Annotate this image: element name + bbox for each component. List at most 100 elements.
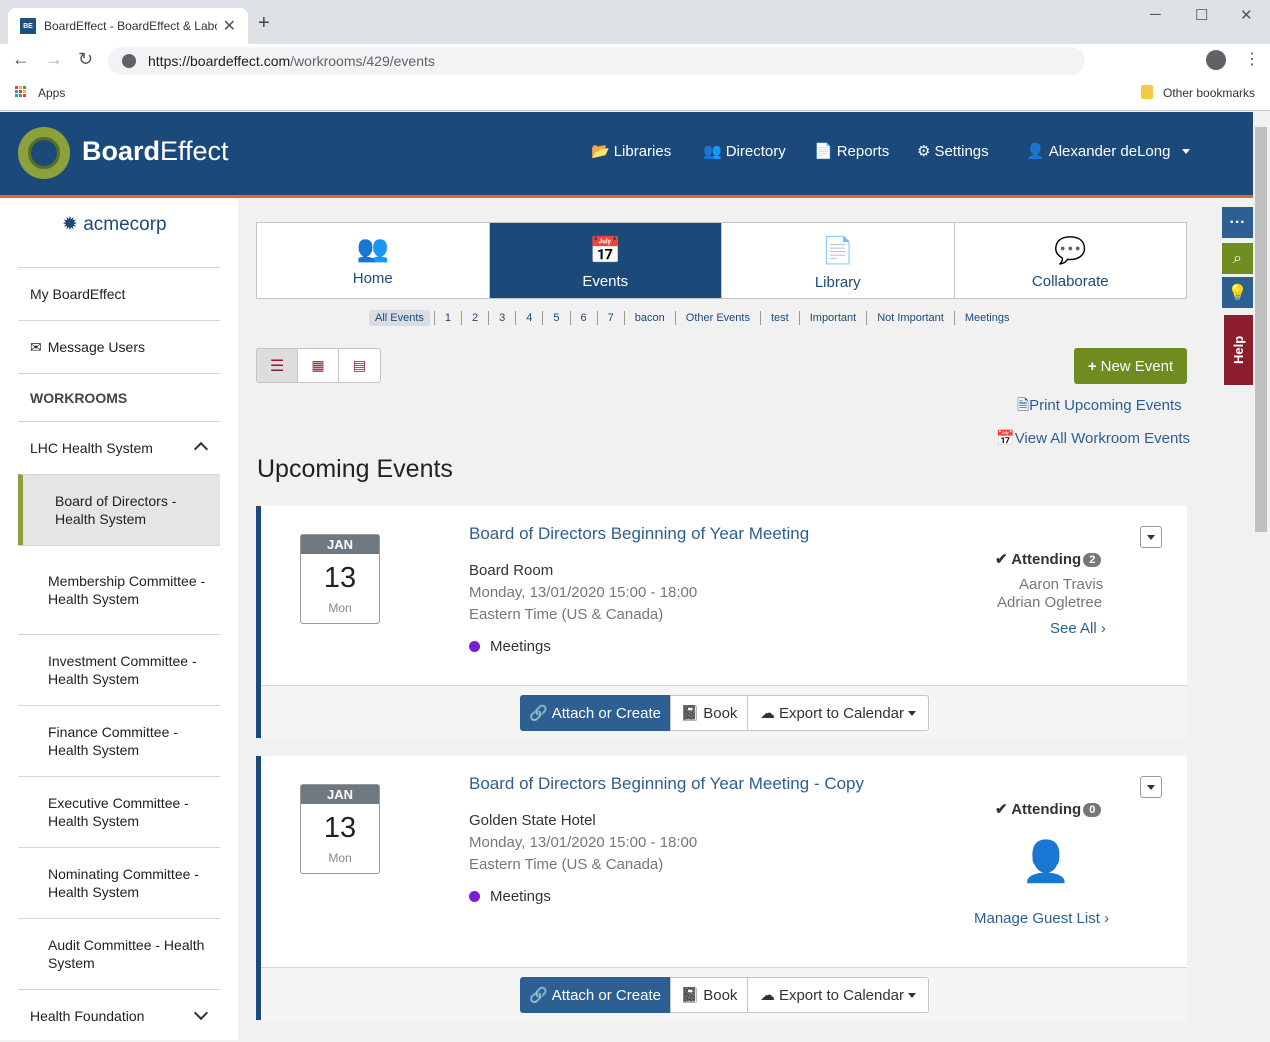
grid-view-button[interactable]: ▦: [298, 349, 339, 382]
lightbulb-icon[interactable]: 💡: [1222, 277, 1253, 308]
category-dot-icon: [469, 891, 480, 902]
calendar-icon: 📅: [996, 430, 1015, 447]
profile-icon[interactable]: [1206, 50, 1226, 70]
scrollbar-thumb[interactable]: [1255, 127, 1267, 532]
maximize-icon[interactable]: ☐: [1195, 6, 1208, 24]
sidebar-item-executive[interactable]: Executive Committee - Health System: [18, 776, 220, 847]
attach-or-create-button[interactable]: 🔗 Attach or Create: [520, 695, 670, 731]
filter-test[interactable]: test: [765, 310, 795, 326]
book-button[interactable]: 📓 Book: [670, 977, 748, 1013]
nav-directory[interactable]: 👥 Directory: [703, 142, 786, 161]
filter-5[interactable]: 5: [547, 310, 565, 326]
attendee-name: Aaron Travis: [1019, 576, 1104, 593]
filter-meetings[interactable]: Meetings: [959, 310, 1016, 326]
event-title-link[interactable]: Board of Directors Beginning of Year Mee…: [469, 524, 809, 544]
folder-icon: [1141, 85, 1153, 99]
filter-other-events[interactable]: Other Events: [680, 310, 756, 326]
filter-7[interactable]: 7: [602, 310, 620, 326]
back-icon[interactable]: ←: [12, 49, 30, 70]
filter-bacon[interactable]: bacon: [629, 310, 671, 326]
view-all-events-link[interactable]: 📅View All Workroom Events: [996, 429, 1190, 447]
help-tab[interactable]: Help: [1224, 315, 1253, 385]
address-bar[interactable]: https://boardeffect.com/workrooms/429/ev…: [108, 47, 1085, 75]
manage-guest-list-link[interactable]: Manage Guest List ›: [974, 910, 1109, 927]
new-event-button[interactable]: + New Event: [1074, 348, 1187, 384]
tab-collaborate[interactable]: 💬 Collaborate: [955, 223, 1187, 298]
apps-bookmark[interactable]: Apps: [38, 86, 65, 100]
logo[interactable]: BoardEffect: [82, 136, 229, 167]
browser-tab[interactable]: BE BoardEffect - BoardEffect & Labo ✕: [8, 8, 248, 44]
search-icon[interactable]: ⌕: [1222, 243, 1253, 274]
attach-or-create-button[interactable]: 🔗 Attach or Create: [520, 977, 670, 1013]
filter-6[interactable]: 6: [575, 310, 593, 326]
chevron-down-icon: [193, 1005, 209, 1021]
nav-settings[interactable]: ⚙ Settings: [917, 142, 989, 161]
sidebar-item-investment[interactable]: Investment Committee - Health System: [18, 634, 220, 705]
calendar-view-button[interactable]: ▤: [339, 349, 380, 382]
view-toggle: ☰ ▦ ▤: [256, 348, 381, 383]
event-title-link[interactable]: Board of Directors Beginning of Year Mee…: [469, 774, 864, 794]
filter-4[interactable]: 4: [520, 310, 538, 326]
link-icon: 🔗: [529, 705, 548, 722]
site-info-icon[interactable]: [122, 54, 136, 68]
close-tab-icon[interactable]: ✕: [223, 16, 236, 36]
sidebar-item-audit[interactable]: Audit Committee - Health System: [18, 918, 220, 989]
tab-home[interactable]: 👥 Home: [257, 223, 490, 298]
nav-reports[interactable]: 📄 Reports: [814, 142, 889, 161]
tab-events[interactable]: 📅 Events: [489, 223, 722, 298]
filter-2[interactable]: 2: [466, 310, 484, 326]
sun-icon: ✹: [62, 214, 78, 235]
nav-libraries[interactable]: 📂 Libraries: [591, 142, 671, 161]
app-header: BoardEffect 📂 Libraries 👥 Directory 📄 Repor…: [0, 112, 1253, 198]
event-options-dropdown[interactable]: [1140, 776, 1162, 798]
event-actions: 🔗 Attach or Create 📓 Book ☁ Export to Calen…: [520, 977, 929, 1013]
filter-1[interactable]: 1: [439, 310, 457, 326]
event-timezone: Eastern Time (US & Canada): [469, 856, 664, 873]
forward-icon[interactable]: →: [45, 49, 63, 70]
sidebar-item-my-boardeffect[interactable]: My BoardEffect: [18, 267, 220, 320]
brand-logo: ✹ acmecorp: [62, 214, 167, 235]
print-upcoming-link[interactable]: 🗎Print Upcoming Events: [1017, 395, 1182, 420]
more-options-icon[interactable]: ···: [1222, 207, 1253, 238]
event-options-dropdown[interactable]: [1140, 526, 1162, 548]
sidebar-item-nominating[interactable]: Nominating Committee - Health System: [18, 847, 220, 918]
other-bookmarks[interactable]: Other bookmarks: [1163, 86, 1255, 100]
section-title: Upcoming Events: [257, 455, 453, 483]
minimize-icon[interactable]: ─: [1150, 6, 1161, 23]
export-to-calendar-button[interactable]: ☁ Export to Calendar: [748, 977, 929, 1013]
attending-status[interactable]: ✔ Attending 2: [995, 550, 1102, 568]
filter-important[interactable]: Important: [804, 310, 862, 326]
logo-ring-icon: [18, 127, 70, 179]
sidebar-item-message-users[interactable]: ✉ Message Users: [18, 320, 220, 373]
folder-open-icon: 📂: [591, 143, 610, 160]
filter-not-important[interactable]: Not Important: [871, 310, 950, 326]
sidebar-item-finance[interactable]: Finance Committee - Health System: [18, 705, 220, 776]
sidebar-group-lhc[interactable]: LHC Health System: [18, 421, 220, 474]
file-icon: 📄: [821, 235, 854, 265]
menu-icon[interactable]: ⋮: [1244, 49, 1260, 69]
sidebar-item-membership[interactable]: Membership Committee - Health System: [18, 545, 220, 634]
sidebar-group-health-foundation[interactable]: Health Foundation: [18, 989, 220, 1042]
page-scrollbar[interactable]: [1253, 112, 1270, 1040]
category-dot-icon: [469, 641, 480, 652]
chevron-down-icon: [908, 710, 917, 716]
new-tab-icon[interactable]: +: [258, 12, 270, 35]
event-location: Board Room: [469, 562, 554, 579]
cloud-download-icon: ☁: [759, 705, 775, 722]
tab-library[interactable]: 📄 Library: [722, 223, 955, 298]
list-view-button[interactable]: ☰: [257, 349, 298, 382]
see-all-link[interactable]: See All ›: [1050, 620, 1106, 637]
filter-3[interactable]: 3: [493, 310, 511, 326]
filter-all-events[interactable]: All Events: [369, 310, 430, 326]
reload-icon[interactable]: ↻: [78, 49, 93, 70]
window-close-icon[interactable]: ✕: [1240, 6, 1253, 24]
attending-count-badge: 2: [1083, 553, 1102, 568]
nav-user-menu[interactable]: 👤 Alexander deLong: [1026, 142, 1191, 160]
chevron-down-icon: [1147, 784, 1155, 790]
export-to-calendar-button[interactable]: ☁ Export to Calendar: [748, 695, 929, 731]
book-button[interactable]: 📓 Book: [670, 695, 748, 731]
sidebar-item-board-of-directors[interactable]: Board of Directors - Health System: [18, 474, 220, 545]
url-path: /workrooms/429/events: [290, 53, 435, 69]
attending-status[interactable]: ✔ Attending 0: [995, 800, 1102, 818]
chevron-down-icon: [1147, 534, 1155, 540]
